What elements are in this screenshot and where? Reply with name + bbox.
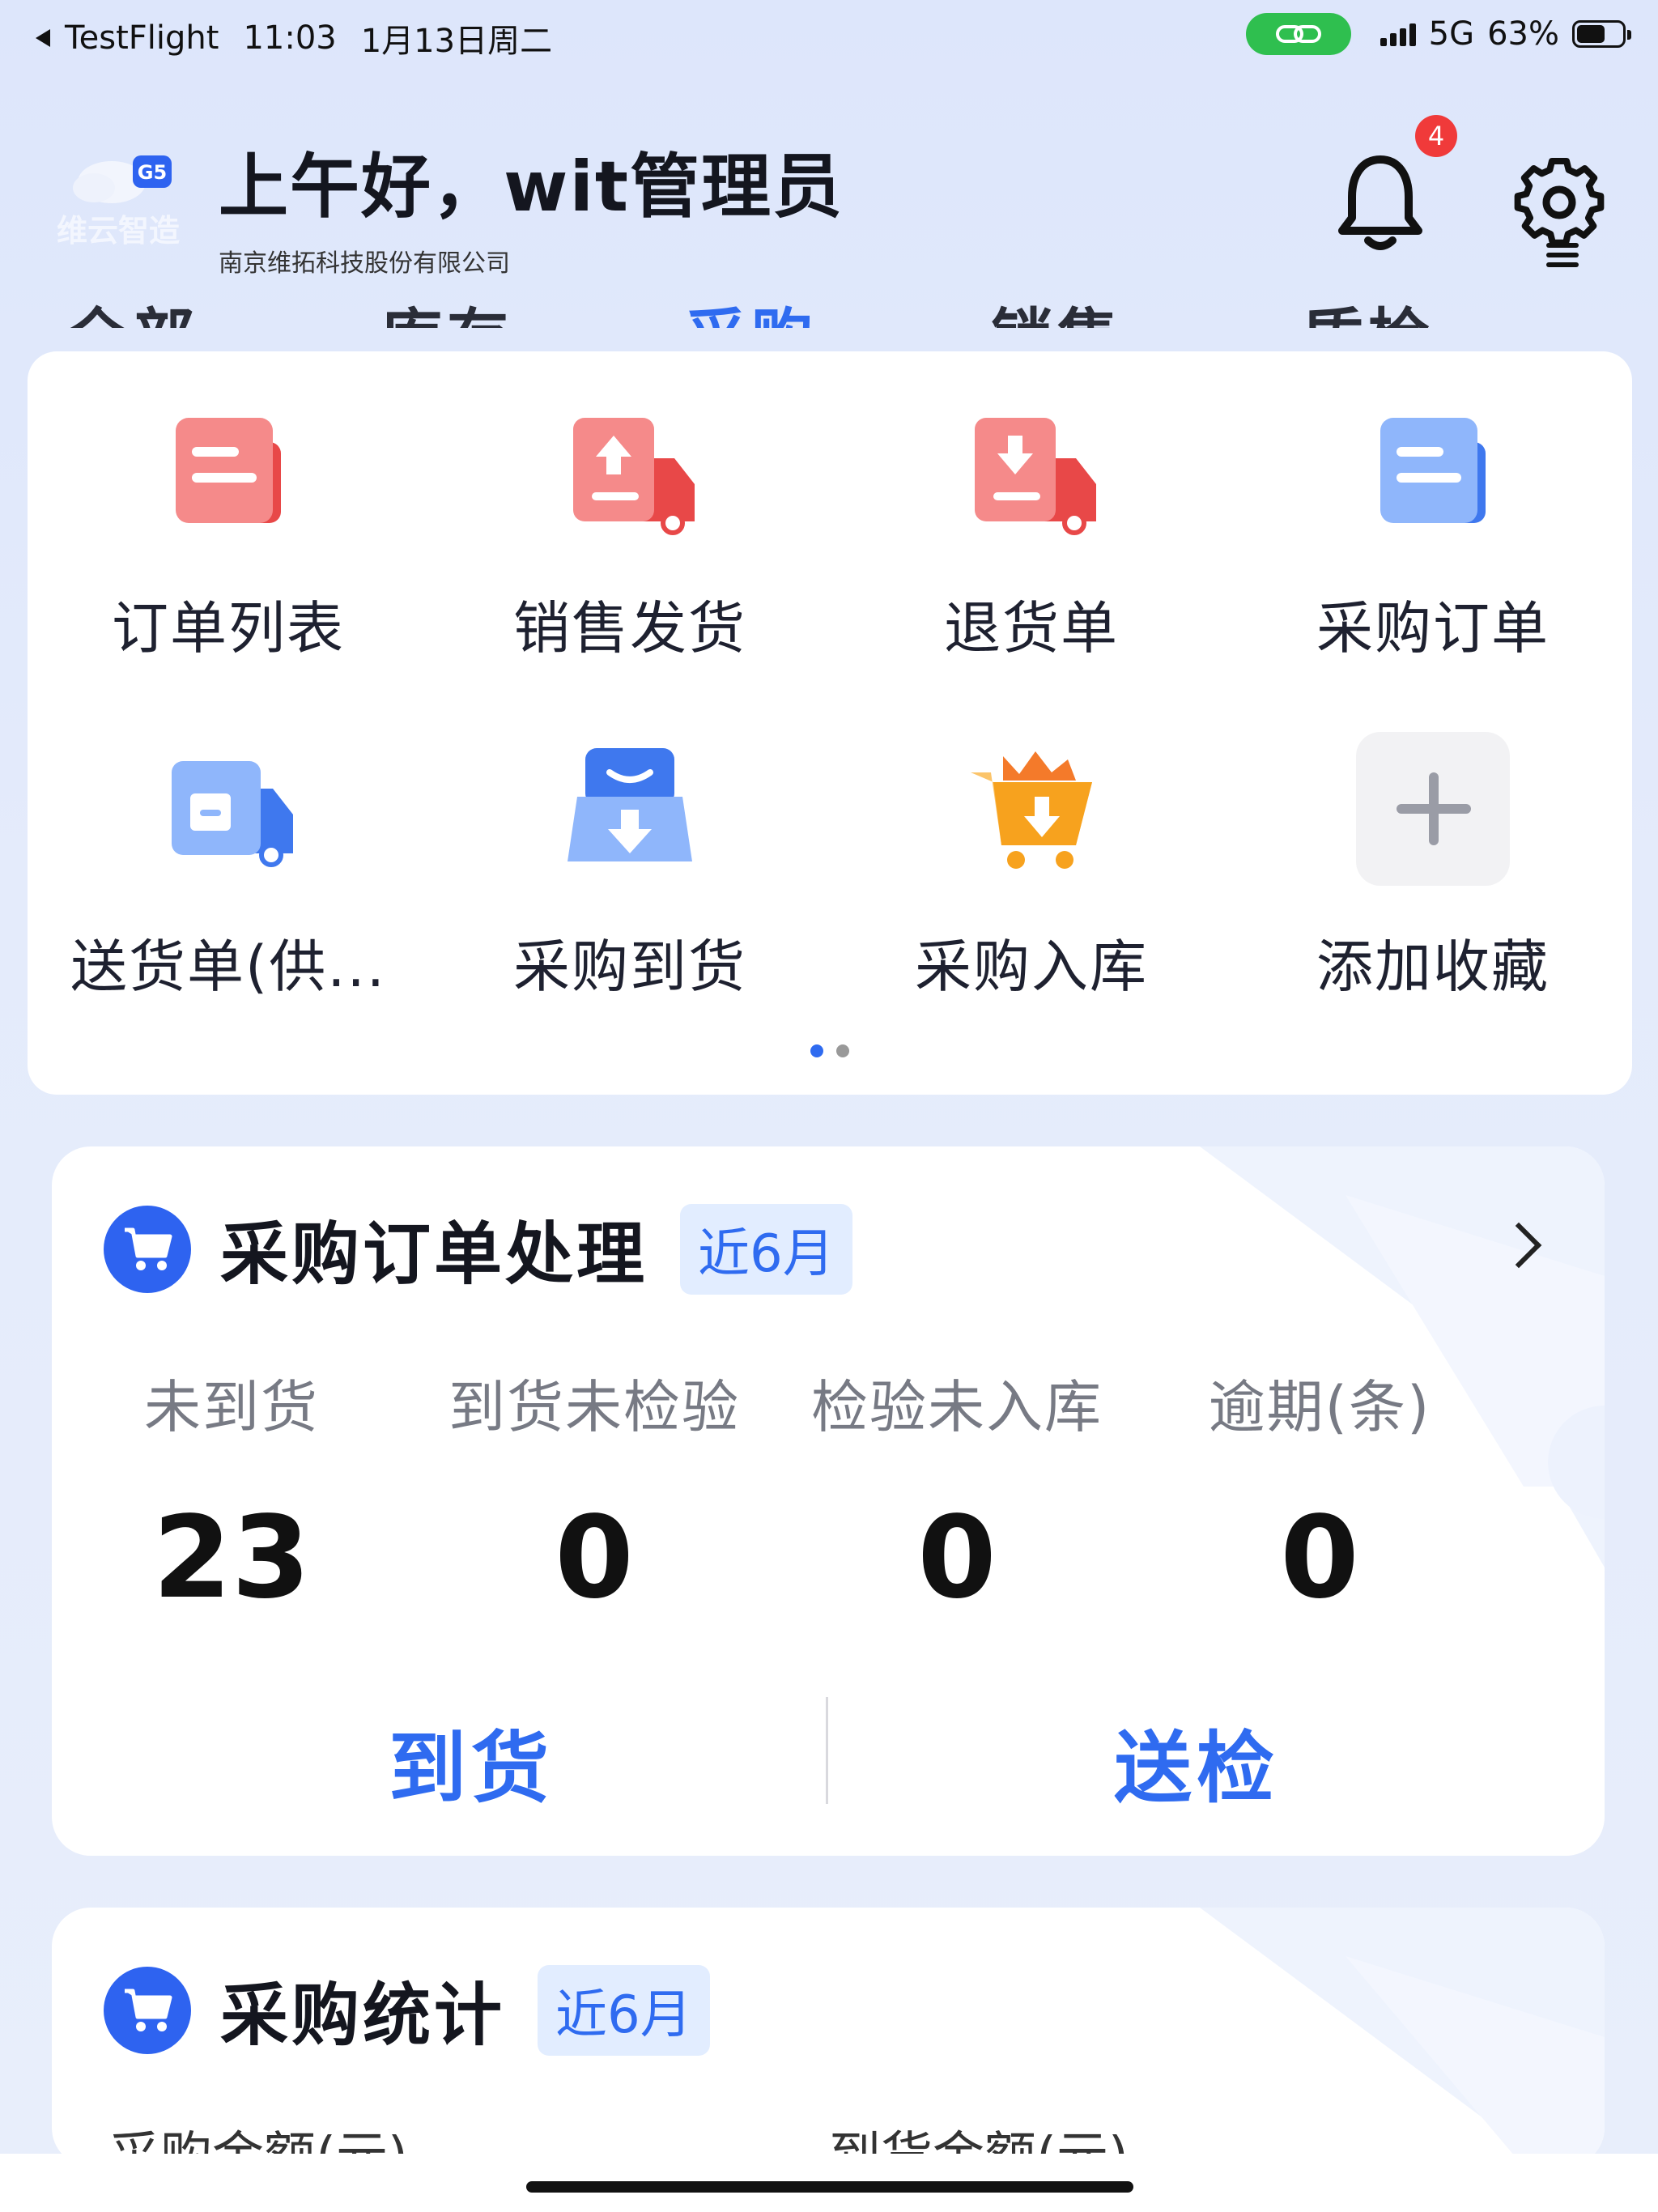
link-pill-icon <box>1245 13 1351 55</box>
page-dot[interactable] <box>836 1044 849 1057</box>
stat-label: 未到货 <box>144 1374 319 1440</box>
quick-item-sales-shipping[interactable]: 销售发货 <box>429 393 831 665</box>
card-decoration <box>1200 1908 1605 2167</box>
quick-access-card: 订单列表 销售发货 退货单 采购订单 送货单(供... 采购到货 采购入库 添加… <box>28 351 1632 1095</box>
tab-purchase[interactable]: 采购 <box>685 287 818 328</box>
status-right: 5G 63% <box>1245 13 1631 55</box>
purchase-stats-card: 采购统计 近6月 采购金额(元) 到货金额(元) <box>52 1908 1605 2167</box>
tab-inventory[interactable]: 库存 <box>380 287 513 328</box>
logo-badge-text: G5 <box>138 161 167 184</box>
notification-badge: 4 <box>1415 115 1457 157</box>
quick-item-label: 销售发货 <box>513 595 746 661</box>
period-tag: 近6月 <box>680 1203 852 1295</box>
delivery-note-icon <box>151 732 305 886</box>
stat-inspected-not-stored[interactable]: 检验未入库 0 <box>776 1362 1138 1624</box>
page-title: 上午好，wit管理员 <box>219 147 844 228</box>
purchase-inbound-icon <box>954 732 1108 886</box>
return-order-icon <box>954 393 1108 547</box>
purchase-order-icon <box>1356 393 1510 547</box>
quick-item-add-favorite[interactable]: 添加收藏 <box>1232 732 1634 1003</box>
quick-item-order-list[interactable]: 订单列表 <box>28 393 429 665</box>
card-header[interactable]: 采购统计 近6月 <box>104 1961 710 2059</box>
quick-item-label: 订单列表 <box>112 595 345 661</box>
company-name: 南京维拓科技股份有限公司 <box>219 249 510 278</box>
network-type: 5G <box>1428 15 1475 53</box>
signal-icon <box>1380 22 1416 46</box>
quick-item-purchase-order[interactable]: 采购订单 <box>1232 393 1634 665</box>
inspection-button[interactable]: 送检 <box>1114 1705 1279 1818</box>
stat-overdue[interactable]: 逾期(条) 0 <box>1138 1362 1501 1624</box>
tab-all[interactable]: 全部 <box>66 287 199 328</box>
cart-icon <box>104 1966 191 2054</box>
quick-item-label: 添加收藏 <box>1316 934 1550 1000</box>
quick-item-label: 退货单 <box>944 595 1119 661</box>
quick-item-purchase-inbound[interactable]: 采购入库 <box>831 732 1232 1003</box>
quick-item-label: 送货单(供... <box>70 934 387 1000</box>
stat-label: 逾期(条) <box>1208 1374 1431 1440</box>
status-date: 1月13日周二 <box>360 23 553 60</box>
quick-item-purchase-arrival[interactable]: 采购到货 <box>429 732 831 1003</box>
back-arrow-icon[interactable] <box>36 29 50 47</box>
sales-shipping-icon <box>553 393 707 547</box>
tab-sales[interactable]: 销售 <box>991 287 1124 328</box>
tab-quality[interactable]: 质检 <box>1302 287 1435 328</box>
page-dot-active[interactable] <box>810 1044 823 1057</box>
app-logo: G5 维云智造 <box>55 138 185 267</box>
card-header[interactable]: 采购订单处理 近6月 <box>104 1200 852 1298</box>
stat-label: 到货未检验 <box>449 1374 740 1440</box>
stat-value: 0 <box>917 1492 997 1624</box>
home-indicator[interactable] <box>526 2181 1133 2193</box>
quick-item-return-order[interactable]: 退货单 <box>831 393 1232 665</box>
purchase-arrival-icon <box>553 732 707 886</box>
stat-value: 0 <box>1280 1492 1359 1624</box>
stat-value: 0 <box>555 1492 634 1624</box>
category-tabs: 全部 库存 采购 销售 质检 <box>0 287 1658 328</box>
status-left: TestFlight 11:03 1月13日周二 <box>36 15 576 62</box>
stat-not-arrived[interactable]: 未到货 23 <box>52 1362 413 1624</box>
battery-icon <box>1572 20 1631 48</box>
cart-icon <box>104 1205 191 1293</box>
order-list-icon <box>151 393 305 547</box>
purchase-order-card: 采购订单处理 近6月 未到货 23 到货未检验 0 检验未入库 0 逾期(条) … <box>52 1146 1605 1856</box>
arrival-button[interactable]: 到货 <box>389 1705 554 1818</box>
card-title: 采购统计 <box>220 1976 506 2055</box>
quick-item-label: 采购到货 <box>513 934 746 1000</box>
stat-label: 检验未入库 <box>811 1374 1103 1440</box>
status-bar: TestFlight 11:03 1月13日周二 5G 63% <box>0 0 1658 73</box>
card-title: 采购订单处理 <box>220 1214 648 1294</box>
stat-value: 23 <box>152 1492 311 1624</box>
battery-percent: 63% <box>1487 15 1559 53</box>
page-indicator <box>28 1044 1632 1057</box>
quick-item-delivery-note[interactable]: 送货单(供... <box>28 732 429 1003</box>
quick-item-label: 采购订单 <box>1316 595 1550 661</box>
back-app-label[interactable]: TestFlight <box>65 19 219 57</box>
add-favorite-icon <box>1356 732 1510 886</box>
status-time: 11:03 <box>243 19 337 57</box>
quick-item-label: 采购入库 <box>915 934 1148 1000</box>
period-tag: 近6月 <box>538 1964 710 2056</box>
logo-text: 维云智造 <box>57 213 180 249</box>
settings-gear-icon[interactable] <box>1511 152 1608 274</box>
notification-bell-icon[interactable] <box>1336 150 1425 255</box>
stat-arrived-uninspected[interactable]: 到货未检验 0 <box>413 1362 776 1624</box>
action-divider <box>826 1697 828 1804</box>
